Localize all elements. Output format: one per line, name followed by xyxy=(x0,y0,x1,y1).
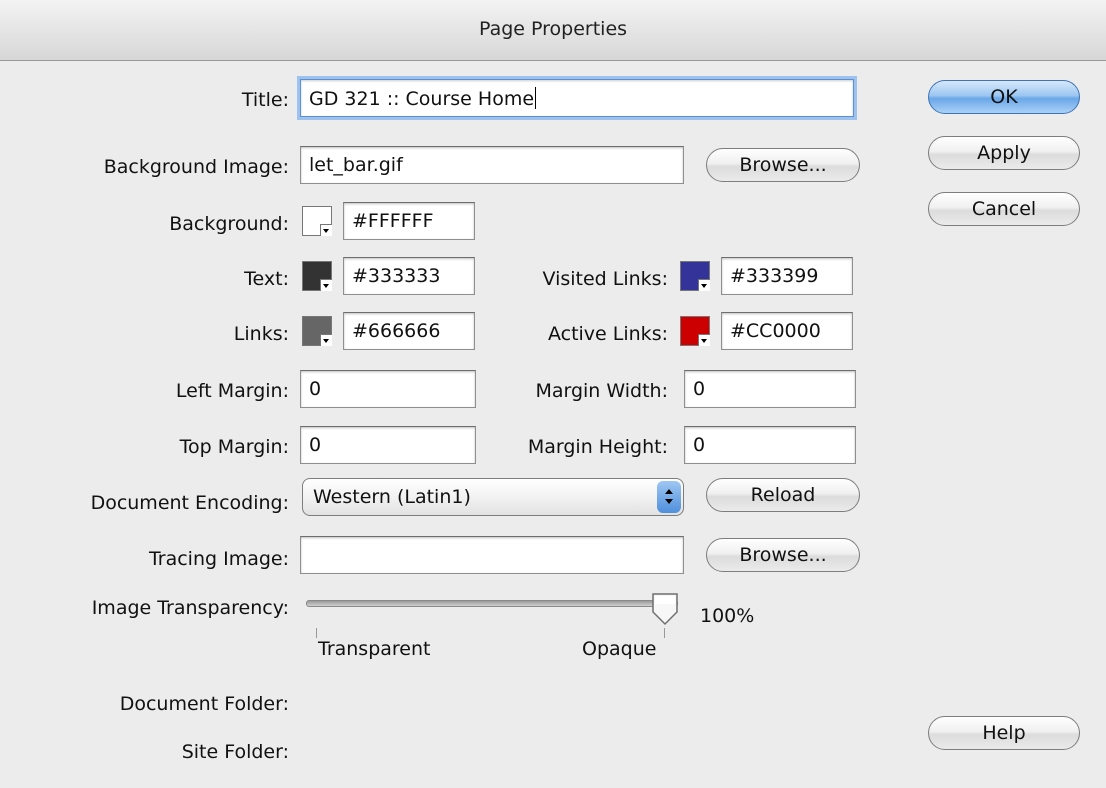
title-input[interactable]: GD 321 :: Course Home xyxy=(300,79,854,117)
active-links-label: Active Links: xyxy=(547,323,668,345)
document-encoding-value: Western (Latin1) xyxy=(313,486,471,508)
text-color-swatch[interactable] xyxy=(302,261,332,291)
chevron-down-icon xyxy=(320,279,332,291)
apply-button[interactable]: Apply xyxy=(928,136,1080,170)
transparency-slider-track[interactable] xyxy=(306,600,678,607)
document-folder-label: Document Folder: xyxy=(119,693,289,715)
transparency-percent: 100% xyxy=(700,605,755,627)
text-color-input[interactable]: #333333 xyxy=(343,257,475,295)
slider-tick-max xyxy=(664,628,665,638)
active-links-input[interactable]: #CC0000 xyxy=(721,312,853,350)
margin-width-value: 0 xyxy=(693,378,706,400)
tracing-image-input[interactable] xyxy=(300,536,684,574)
top-margin-label: Top Margin: xyxy=(179,436,289,458)
visited-links-value: #333399 xyxy=(730,265,819,287)
tracing-image-browse-button[interactable]: Browse... xyxy=(706,538,860,572)
site-folder-label: Site Folder: xyxy=(181,741,289,763)
chevron-down-icon xyxy=(698,334,710,346)
slider-min-label: Transparent xyxy=(318,638,431,660)
top-margin-value: 0 xyxy=(309,434,322,456)
background-image-input[interactable]: let_bar.gif xyxy=(300,146,684,184)
background-color-value: #FFFFFF xyxy=(352,210,434,232)
background-color-swatch[interactable] xyxy=(302,206,332,236)
visited-links-label: Visited Links: xyxy=(542,268,669,290)
background-label: Background: xyxy=(169,213,289,235)
transparency-slider-thumb[interactable] xyxy=(650,592,680,626)
margin-height-input[interactable]: 0 xyxy=(684,426,856,464)
left-margin-value: 0 xyxy=(309,378,322,400)
top-margin-input[interactable]: 0 xyxy=(300,426,476,464)
title-bar[interactable]: Page Properties xyxy=(0,0,1106,61)
background-image-browse-button[interactable]: Browse... xyxy=(706,148,860,182)
text-color-value: #333333 xyxy=(352,265,441,287)
background-image-label: Background Image: xyxy=(103,156,289,178)
document-encoding-select[interactable]: Western (Latin1) xyxy=(302,478,684,516)
cancel-button[interactable]: Cancel xyxy=(928,192,1080,226)
left-margin-label: Left Margin: xyxy=(175,380,289,402)
chevron-down-icon xyxy=(320,334,332,346)
title-label: Title: xyxy=(241,89,289,111)
links-color-input[interactable]: #666666 xyxy=(343,312,475,350)
links-color-value: #666666 xyxy=(352,320,441,342)
page-properties-dialog: Page Properties Title: GD 321 :: Course … xyxy=(0,0,1106,788)
visited-links-swatch[interactable] xyxy=(680,261,710,291)
margin-height-value: 0 xyxy=(693,434,706,456)
ok-button[interactable]: OK xyxy=(928,80,1080,114)
background-image-value: let_bar.gif xyxy=(309,154,403,176)
chevron-down-icon xyxy=(698,279,710,291)
links-color-swatch[interactable] xyxy=(302,316,332,346)
visited-links-input[interactable]: #333399 xyxy=(721,257,853,295)
window-title: Page Properties xyxy=(478,18,628,40)
background-color-input[interactable]: #FFFFFF xyxy=(343,202,475,240)
slider-max-label: Opaque xyxy=(582,638,657,660)
reload-button[interactable]: Reload xyxy=(706,478,860,512)
active-links-value: #CC0000 xyxy=(730,320,821,342)
chevron-down-icon xyxy=(320,224,332,236)
text-color-label: Text: xyxy=(244,268,289,290)
left-margin-input[interactable]: 0 xyxy=(300,370,476,408)
links-label: Links: xyxy=(233,323,289,345)
select-arrows-icon xyxy=(657,481,681,513)
margin-width-label: Margin Width: xyxy=(535,380,668,402)
text-caret xyxy=(535,87,537,109)
title-input-value: GD 321 :: Course Home xyxy=(309,88,535,110)
document-encoding-label: Document Encoding: xyxy=(90,492,289,514)
image-transparency-label: Image Transparency: xyxy=(91,597,289,619)
active-links-swatch[interactable] xyxy=(680,316,710,346)
help-button[interactable]: Help xyxy=(928,716,1080,750)
margin-height-label: Margin Height: xyxy=(527,436,668,458)
tracing-image-label: Tracing Image: xyxy=(148,548,289,570)
margin-width-input[interactable]: 0 xyxy=(684,370,856,408)
slider-tick-min xyxy=(316,628,317,638)
